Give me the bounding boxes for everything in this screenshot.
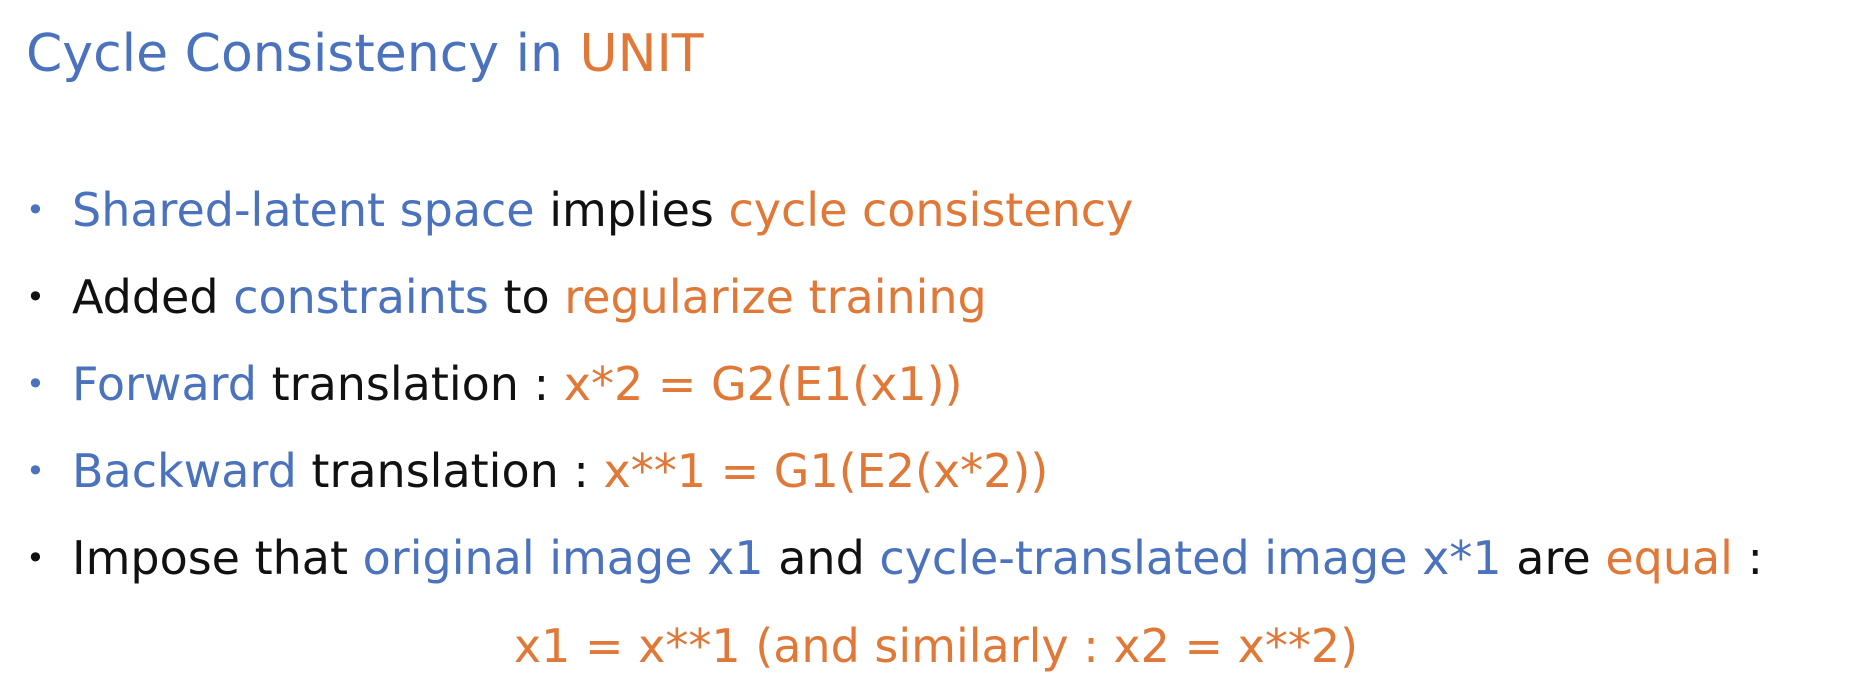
bullet-term: original image x1 — [362, 531, 764, 585]
bullet-term: Shared-latent space — [72, 183, 535, 237]
bullet-formula: x**1 = G1(E2(x*2)) — [603, 444, 1049, 498]
bullet-highlight: regularize training — [564, 270, 987, 324]
bullet-item-constraints: • Added constraints to regularize trainin… — [26, 267, 987, 327]
bullet-text: Added — [72, 270, 234, 324]
bullet-term: Backward — [72, 444, 297, 498]
bullet-text: translation : — [257, 357, 564, 411]
bullet-term: constraints — [233, 270, 489, 324]
bullet-text: to — [488, 270, 565, 324]
cycle-equation: x1 = x**1 (and similarly : x2 = x**2) — [513, 619, 1359, 673]
bullet-dot-icon: • — [26, 278, 45, 316]
bullet-item-impose: • Impose that original image x1 and cycle… — [26, 528, 1763, 588]
bullet-item-forward: • Forward translation : x*2 = G2(E1(x1)) — [26, 354, 963, 414]
bullet-term: Forward — [72, 357, 257, 411]
bullet-text: and — [763, 531, 880, 585]
bullet-highlight: equal — [1605, 531, 1733, 585]
bullet-highlight: cycle consistency — [728, 183, 1134, 237]
bullet-text: translation : — [296, 444, 604, 498]
bullet-dot-icon: • — [26, 191, 45, 229]
bullet-text: : — [1732, 531, 1764, 585]
bullet-text: are — [1501, 531, 1606, 585]
bullet-formula: x*2 = G2(E1(x1)) — [563, 357, 963, 411]
bullet-list: • Shared-latent space implies cycle consi… — [0, 0, 1872, 696]
bullet-item-shared-latent: • Shared-latent space implies cycle consi… — [26, 180, 1133, 240]
bullet-term: cycle-translated image x*1 — [879, 531, 1502, 585]
bullet-item-backward: • Backward translation : x**1 = G1(E2(x*2… — [26, 441, 1048, 501]
bullet-text: Impose that — [72, 531, 363, 585]
bullet-dot-icon: • — [26, 539, 45, 577]
bullet-dot-icon: • — [26, 365, 45, 403]
bullet-text: implies — [534, 183, 729, 237]
bullet-dot-icon: • — [26, 452, 45, 490]
